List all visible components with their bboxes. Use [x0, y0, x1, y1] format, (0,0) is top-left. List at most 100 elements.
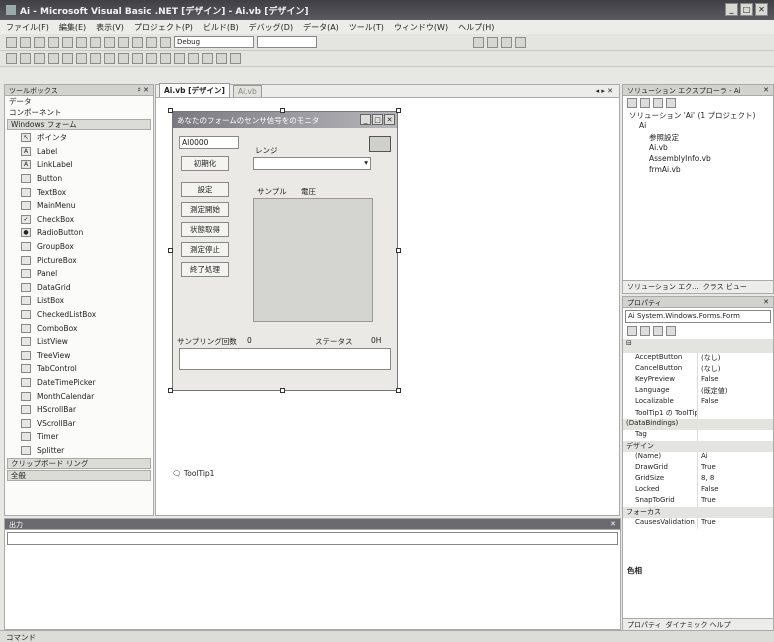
toolbox-item-linklabel[interactable]: A LinkLabel	[5, 158, 153, 172]
class-view-icon[interactable]	[515, 36, 526, 48]
toolbox-item-groupbox[interactable]: GroupBox	[5, 240, 153, 254]
stop-measure-button[interactable]: 測定停止	[181, 242, 229, 257]
bring-front-icon[interactable]	[202, 53, 213, 64]
property-value[interactable]: False	[698, 375, 719, 386]
grid-icon[interactable]	[132, 53, 143, 64]
toolbox-section-general[interactable]: 全般	[7, 470, 151, 482]
init-button[interactable]: 初期化	[181, 156, 229, 171]
toolbox-item-checkedlistbox[interactable]: CheckedListBox	[5, 308, 153, 322]
undo-icon[interactable]	[118, 36, 129, 48]
toolbox-item-listbox[interactable]: ListBox	[5, 294, 153, 308]
tab-code[interactable]: Ai.vb	[232, 85, 262, 97]
properties-close-icon[interactable]: ✕	[763, 298, 769, 306]
menu-edit[interactable]: 編集(E)	[59, 22, 86, 32]
property-row[interactable]: Tag	[623, 430, 773, 441]
tree-node-project[interactable]: Ai	[629, 121, 773, 132]
align-middle-icon[interactable]	[62, 53, 73, 64]
device-textbox[interactable]: AI0000	[179, 136, 239, 149]
align-right-icon[interactable]	[34, 53, 45, 64]
menu-tools[interactable]: ツール(T)	[349, 22, 384, 32]
tab-solution-explorer[interactable]: ソリューション エク...	[627, 282, 699, 292]
category-misc[interactable]: ⊟	[623, 339, 773, 353]
toolbox-pin-close[interactable]: ♯ ✕	[138, 86, 149, 94]
property-row[interactable]: CancelButton (なし)	[623, 364, 773, 375]
paste-icon[interactable]	[104, 36, 115, 48]
property-value[interactable]	[698, 430, 701, 441]
output-text-area[interactable]	[5, 547, 620, 627]
properties-icon[interactable]	[487, 36, 498, 48]
resize-handle[interactable]	[396, 248, 401, 253]
same-height-icon[interactable]	[104, 53, 115, 64]
tree-node-references[interactable]: 参照設定	[629, 132, 773, 143]
categorized-icon[interactable]	[627, 326, 637, 336]
property-row[interactable]: DrawGrid True	[623, 463, 773, 474]
maximize-button[interactable]: □	[740, 3, 753, 16]
tree-node-assemblyinfo[interactable]: AssemblyInfo.vb	[629, 154, 773, 165]
resize-handle[interactable]	[280, 388, 285, 393]
component-tray-item[interactable]: 🗨 ToolTip1	[172, 469, 214, 478]
solution-close-icon[interactable]: ✕	[763, 86, 769, 94]
toolbox-item-listview[interactable]: ListView	[5, 335, 153, 349]
solution-explorer-icon[interactable]	[473, 36, 484, 48]
object-selector[interactable]: Ai System.Windows.Forms.Form	[625, 310, 771, 323]
tab-dynamic-help[interactable]: ダイナミック ヘルプ	[666, 620, 731, 630]
property-value[interactable]: (既定値)	[698, 386, 727, 397]
find-combo[interactable]	[257, 36, 317, 48]
property-value[interactable]: True	[698, 496, 716, 507]
save-icon[interactable]	[48, 36, 59, 48]
menu-window[interactable]: ウィンドウ(W)	[394, 22, 448, 32]
menu-debug[interactable]: デバッグ(D)	[249, 22, 293, 32]
resize-handle[interactable]	[396, 108, 401, 113]
lock-icon[interactable]	[230, 53, 241, 64]
refresh-icon[interactable]	[640, 98, 650, 108]
same-size-icon[interactable]	[118, 53, 129, 64]
toolbox-item-vscrollbar[interactable]: VScrollBar	[5, 416, 153, 430]
design-form[interactable]: あなたのフォームのセンサ信号をのモニタ _ □ ✕ AI0000 初期化 設定 …	[172, 111, 398, 391]
menu-view[interactable]: 表示(V)	[96, 22, 124, 32]
align-center-icon[interactable]	[20, 53, 31, 64]
toolbox-item-datetimepicker[interactable]: DateTimePicker	[5, 376, 153, 390]
save-all-icon[interactable]	[62, 36, 73, 48]
menu-file[interactable]: ファイル(F)	[6, 22, 49, 32]
start-measure-button[interactable]: 測定開始	[181, 202, 229, 217]
close-button[interactable]: ✕	[755, 3, 768, 16]
toolbox-item-splitter[interactable]: Splitter	[5, 444, 153, 458]
minimize-button[interactable]: _	[725, 3, 738, 16]
start-icon[interactable]	[160, 36, 171, 48]
property-row[interactable]: KeyPreview False	[623, 375, 773, 386]
toolbox-section-data[interactable]: データ	[5, 96, 153, 107]
toolbox-item-datagrid[interactable]: DataGrid	[5, 281, 153, 295]
view-code-icon[interactable]	[653, 98, 663, 108]
vspace-icon[interactable]	[160, 53, 171, 64]
property-row[interactable]: GridSize 8, 8	[623, 474, 773, 485]
property-row[interactable]: AcceptButton (なし)	[623, 353, 773, 364]
toolbox-item-textbox[interactable]: TextBox	[5, 185, 153, 199]
toolbox-item-treeview[interactable]: TreeView	[5, 349, 153, 363]
toolbox-item-picturebox[interactable]: PictureBox	[5, 253, 153, 267]
tree-node-solution[interactable]: ソリューション 'Ai' (1 プロジェクト)	[629, 110, 773, 121]
toolbox-item-checkbox[interactable]: ✓ CheckBox	[5, 213, 153, 227]
copy-icon[interactable]	[90, 36, 101, 48]
new-project-icon[interactable]	[6, 36, 17, 48]
toolbox-item-monthcalendar[interactable]: MonthCalendar	[5, 389, 153, 403]
toolbox-item-radiobutton[interactable]: ● RadioButton	[5, 226, 153, 240]
navigate-icon[interactable]	[146, 36, 157, 48]
toolbox-item-hscrollbar[interactable]: HScrollBar	[5, 403, 153, 417]
menu-build[interactable]: ビルド(B)	[203, 22, 239, 32]
view-designer-icon[interactable]	[666, 98, 676, 108]
property-row[interactable]: (Name) Ai	[623, 452, 773, 463]
toolbox-item-label[interactable]: A Label	[5, 145, 153, 159]
resize-handle[interactable]	[168, 388, 173, 393]
solution-config-select[interactable]: Debug	[174, 36, 254, 48]
property-value[interactable]: Ai	[698, 452, 708, 463]
toolbox-icon[interactable]	[501, 36, 512, 48]
align-bottom-icon[interactable]	[76, 53, 87, 64]
redo-icon[interactable]	[132, 36, 143, 48]
resize-handle[interactable]	[280, 108, 285, 113]
show-all-icon[interactable]	[627, 98, 637, 108]
toolbox-section-components[interactable]: コンポーネント	[5, 107, 153, 118]
center-h-icon[interactable]	[174, 53, 185, 64]
resize-handle[interactable]	[168, 248, 173, 253]
add-item-icon[interactable]	[20, 36, 31, 48]
align-left-icon[interactable]	[6, 53, 17, 64]
